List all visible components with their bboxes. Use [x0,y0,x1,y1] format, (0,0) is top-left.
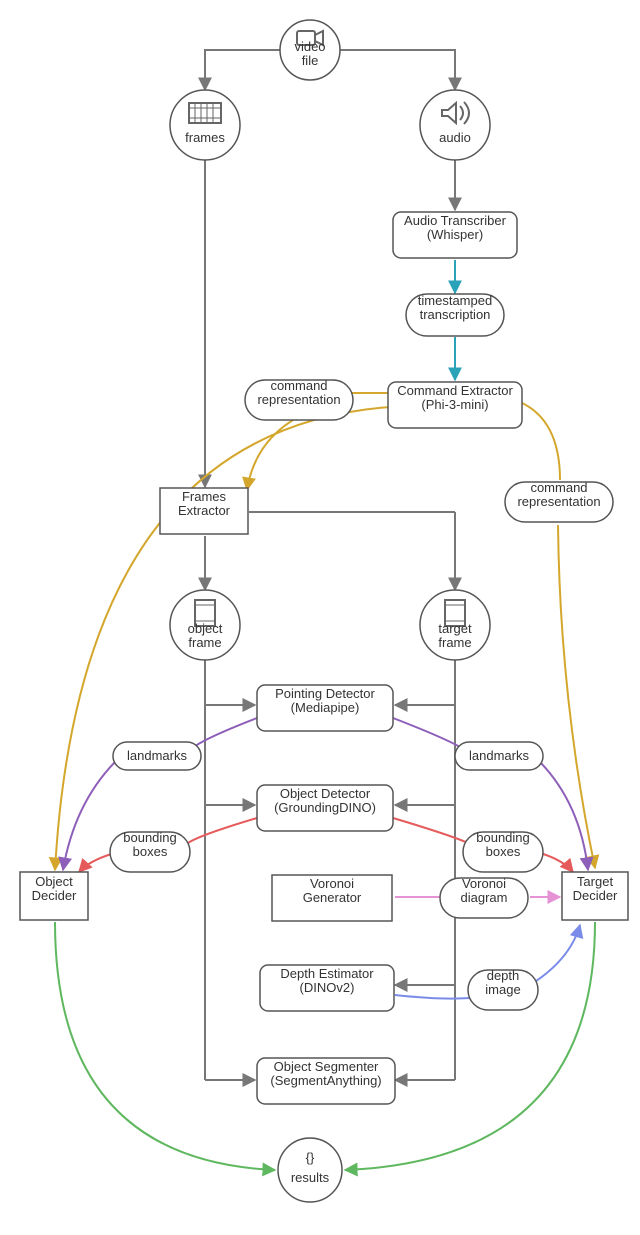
edge [520,402,560,480]
node-landmarks-left: landmarks [113,742,201,770]
node-bbox-right: boundingboxes [463,830,543,872]
node-frames: frames [170,90,240,160]
edge [188,818,257,843]
label: Object Segmenter(SegmentAnything) [270,1059,381,1088]
node-bbox-left: boundingboxes [110,830,190,872]
label: FramesExtractor [178,489,231,518]
label: Voronoidiagram [461,876,508,905]
node-object-detector: Object Detector(GroundingDINO) [257,785,393,831]
edge [530,925,580,985]
node-depth-estimator: Depth Estimator(DINOv2) [260,965,394,1011]
node-command-extractor: Command Extractor(Phi-3-mini) [388,382,522,428]
node-landmarks-right: landmarks [455,742,543,770]
label: audio [439,130,471,145]
node-depth-image: depthimage [468,968,538,1010]
label: VoronoiGenerator [303,876,362,905]
label: TargetDecider [573,874,618,903]
node-target-frame: targetframe [420,590,490,660]
node-object-decider: ObjectDecider [20,872,88,920]
node-video-file: videofile [280,20,340,80]
edge [540,853,573,872]
node-object-frame: objectframe [170,590,240,660]
label: timestampedtranscription [418,293,492,322]
edge [395,995,470,999]
label: landmarks [127,748,187,763]
edge [345,922,595,1170]
node-voronoi-diagram: Voronoidiagram [440,876,528,918]
edge [340,50,455,90]
edge [558,525,595,868]
label: landmarks [469,748,529,763]
label: ObjectDecider [32,874,77,903]
label: targetframe [438,621,472,650]
edge [205,50,280,90]
node-voronoi-generator: VoronoiGenerator [272,875,392,921]
edge [55,922,275,1170]
node-target-decider: TargetDecider [562,872,628,920]
node-command-rep-left: commandrepresentation [245,378,353,420]
label: results [291,1170,330,1185]
node-audio: audio [420,90,490,160]
label: depthimage [485,968,520,997]
label: frames [185,130,225,145]
node-frames-extractor: FramesExtractor [160,488,248,534]
node-audio-transcriber: Audio Transcriber(Whisper) [393,212,517,258]
label: objectframe [188,621,223,650]
label: Object Detector(GroundingDINO) [274,786,376,815]
node-timestamped: timestampedtranscription [406,293,504,336]
edge [190,718,257,750]
braces-icon: {} [306,1150,315,1165]
node-command-rep-right: commandrepresentation [505,480,613,522]
node-object-segmenter: Object Segmenter(SegmentAnything) [257,1058,395,1104]
node-pointing-detector: Pointing Detector(Mediapipe) [257,685,393,731]
edge [393,818,468,843]
node-results: {} results [278,1138,342,1202]
